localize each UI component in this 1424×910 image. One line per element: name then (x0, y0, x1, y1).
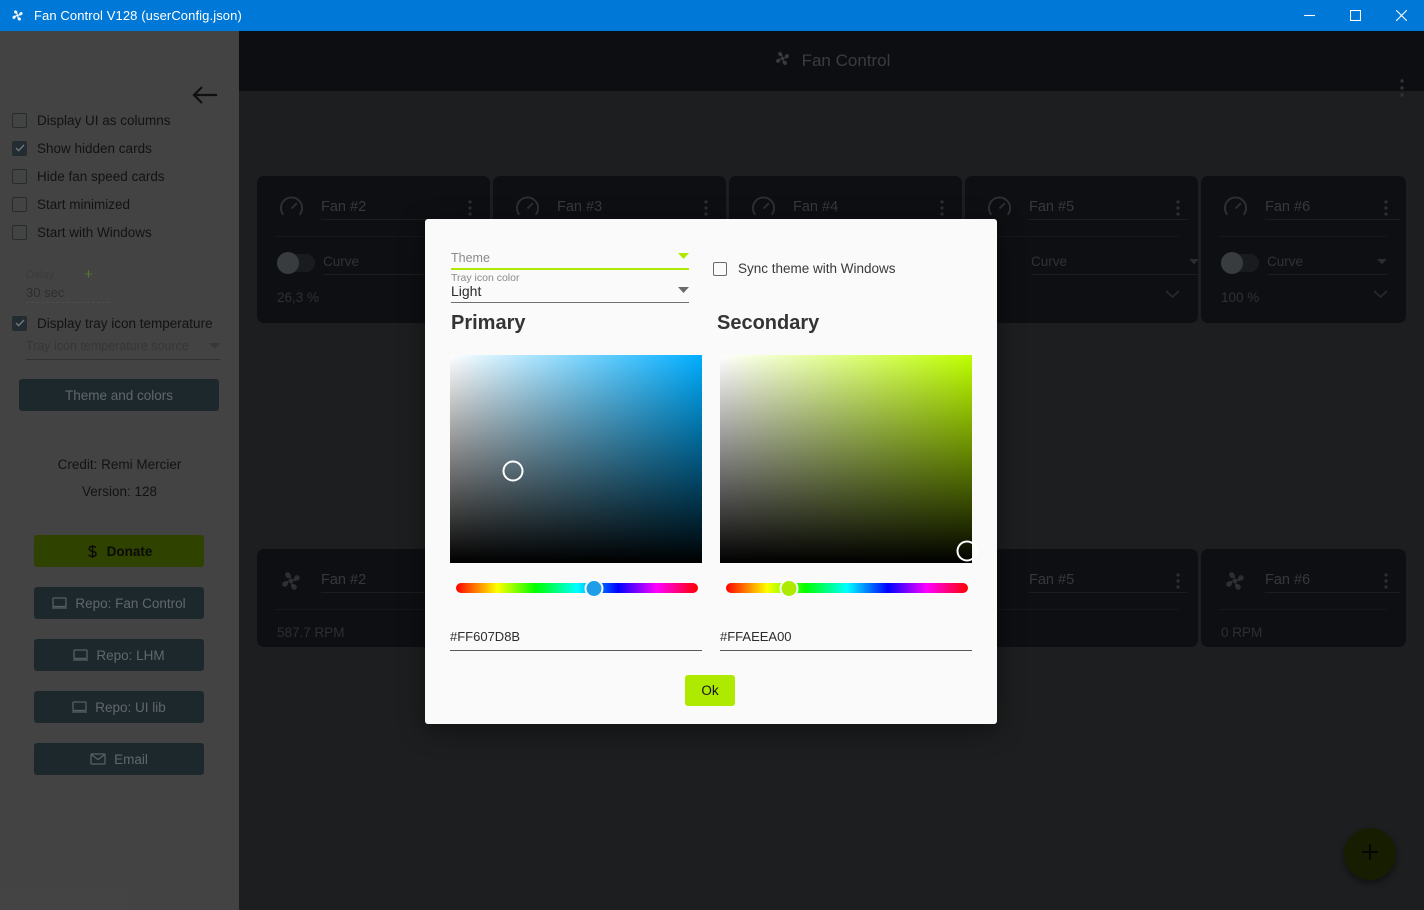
chevron-down-icon (678, 247, 689, 265)
theme-select-underline (451, 268, 689, 270)
sync-theme-with-windows-option[interactable]: Sync theme with Windows (713, 261, 896, 276)
secondary-hex-underline (720, 650, 972, 651)
sync-theme-label: Sync theme with Windows (738, 261, 896, 276)
tray-icon-color-value: Light (451, 283, 482, 299)
secondary-hue-thumb[interactable] (779, 578, 799, 598)
primary-hex-underline (450, 650, 702, 651)
chevron-down-icon (678, 281, 689, 299)
primary-hue-slider[interactable] (456, 578, 698, 598)
primary-hex-field[interactable]: #FF607D8B (450, 629, 702, 651)
theme-select-placeholder: Theme (451, 251, 490, 265)
primary-hex-value[interactable]: #FF607D8B (450, 629, 702, 650)
theme-select[interactable]: Theme (451, 247, 689, 270)
secondary-color-selector-ring[interactable] (956, 540, 978, 562)
value-gradient (450, 355, 702, 563)
hue-track (726, 583, 968, 593)
value-gradient (720, 355, 972, 563)
secondary-hex-field[interactable]: #FFAEEA00 (720, 629, 972, 651)
hue-track (456, 583, 698, 593)
theme-select-row: Theme (451, 247, 689, 268)
app-window: Fan Control V128 (userConfig.json) Displ… (0, 0, 1424, 910)
minimize-button[interactable] (1286, 0, 1332, 31)
checkbox-sync-theme-with-windows[interactable] (713, 261, 727, 276)
tray-icon-color-underline (451, 302, 689, 303)
secondary-hue-slider[interactable] (726, 578, 968, 598)
window-title: Fan Control V128 (userConfig.json) (34, 8, 242, 23)
primary-color-selector-ring[interactable] (502, 460, 524, 482)
theme-colors-dialog: Theme Tray icon color Light Sync theme w… (425, 219, 997, 724)
secondary-section-title: Secondary (717, 312, 820, 334)
tray-icon-color-row: Light (451, 281, 689, 302)
secondary-hex-value[interactable]: #FFAEEA00 (720, 629, 972, 650)
ok-button[interactable]: Ok (685, 675, 735, 706)
close-button[interactable] (1378, 0, 1424, 31)
ok-button-label: Ok (701, 683, 719, 698)
maximize-button[interactable] (1332, 0, 1378, 31)
primary-section-title: Primary (451, 312, 526, 334)
secondary-color-sv-box[interactable] (720, 355, 978, 563)
fan-icon (9, 7, 26, 24)
tray-icon-color-select[interactable]: Light (451, 281, 689, 303)
window-titlebar: Fan Control V128 (userConfig.json) (0, 0, 1424, 31)
primary-color-sv-box[interactable] (450, 355, 702, 563)
primary-hue-thumb[interactable] (584, 578, 604, 598)
